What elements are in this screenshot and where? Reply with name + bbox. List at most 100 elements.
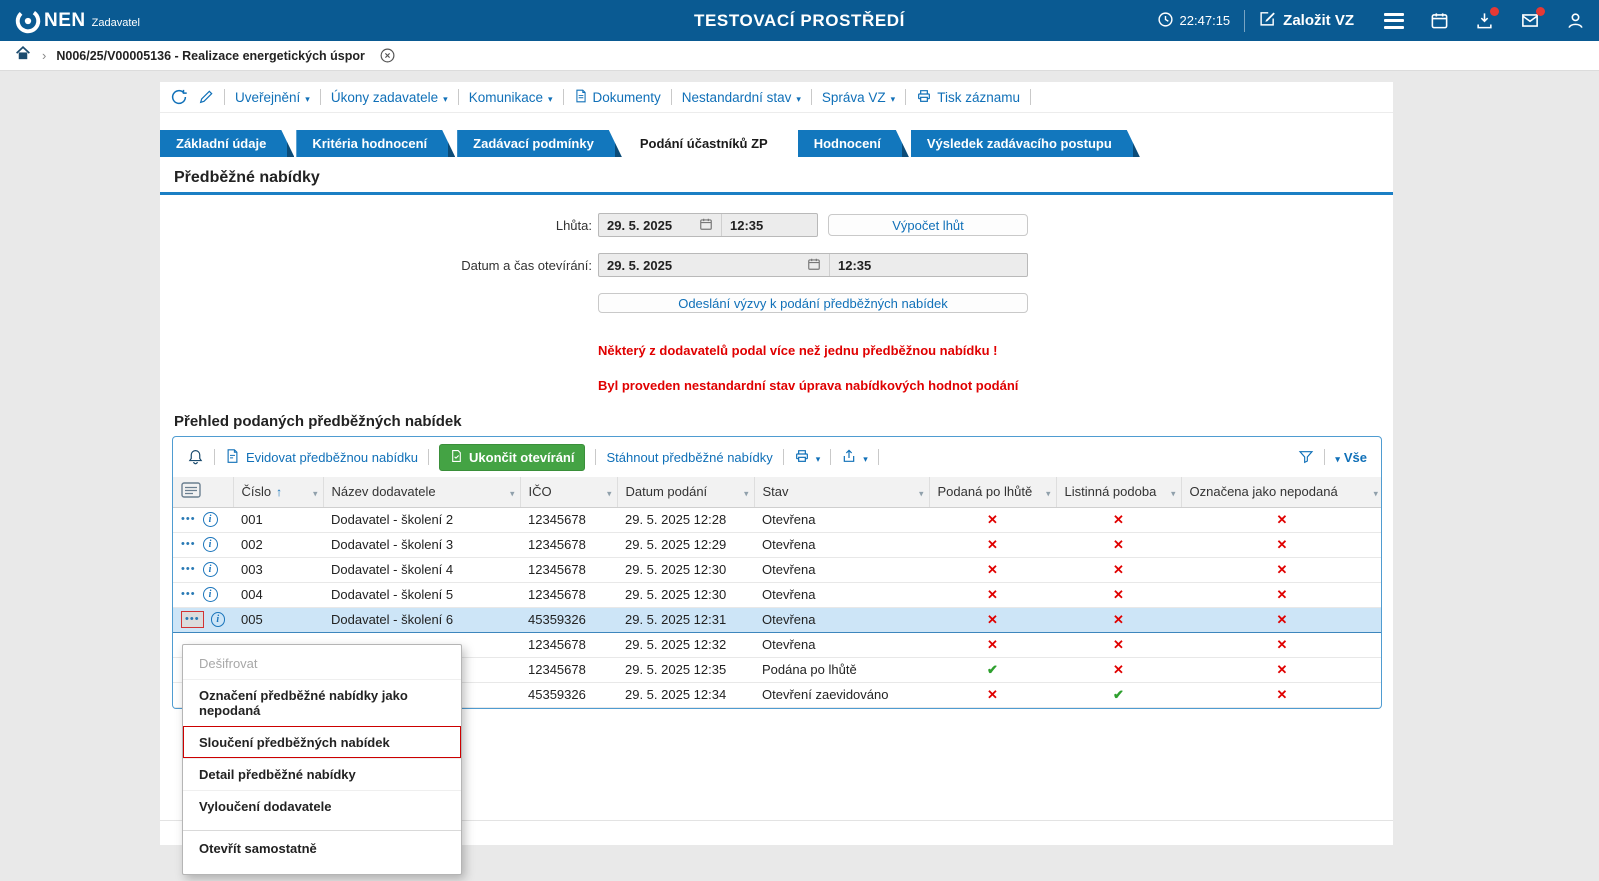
cell-ico: 45359326 [520,607,617,632]
cell-ico: 12345678 [520,657,617,682]
nen-logo-icon[interactable] [14,7,42,35]
tab-bar: Základní údaje Kritéria hodnocení Zadáva… [160,130,1393,157]
messages-icon[interactable] [1520,11,1540,30]
toolbar-item-ukony-zadavatele[interactable]: Úkony zadavatele [331,90,448,105]
chevron-down-icon[interactable] [1171,484,1176,499]
tab-podani-ucastniku-zp[interactable]: Podání účastníků ZP [624,130,796,157]
toolbar-item-sprava-vz[interactable]: Správa VZ [822,90,895,105]
menu-item-slouceni-nabidek[interactable]: Sloučení předběžných nabídek [183,726,461,758]
menu-item-otevrit-samostatne[interactable]: Otevřít samostatně [183,833,461,864]
late-mark: ✕ [987,612,998,627]
row-info-icon[interactable] [203,512,218,527]
deadline-date-value[interactable]: 29. 5. 2025 [607,218,672,233]
column-header-podana-po-lhute[interactable]: Podaná po lhůtě [929,477,1056,507]
chevron-down-icon[interactable] [1046,484,1051,499]
print-grid-button[interactable] [794,448,821,467]
menu-hamburger-icon[interactable] [1384,13,1404,29]
late-mark: ✕ [987,687,998,702]
toolbar-item-komunikace[interactable]: Komunikace [469,90,553,105]
chevron-down-icon[interactable] [313,484,318,499]
tab-zadavaci-podminky[interactable]: Zadávací podmínky [457,130,622,157]
table-row-selected[interactable]: 005 Dodavatel - školení 6 45359326 29. 5… [173,607,1382,632]
toolbar-item-nestandardni-stav[interactable]: Nestandardní stav [682,90,801,105]
cell-ico: 12345678 [520,632,617,657]
filter-funnel-icon[interactable] [1298,449,1314,465]
table-row[interactable]: 001 Dodavatel - školení 2 12345678 29. 5… [173,507,1382,532]
history-icon[interactable] [170,88,188,106]
breadcrumb-record[interactable]: N006/25/V00005136 - Realizace energetick… [56,49,365,63]
notifications-bell-icon[interactable] [187,448,204,466]
column-header-ico[interactable]: IČO [520,477,617,507]
toolbar-item-tisk-zaznamu[interactable]: Tisk záznamu [916,88,1020,107]
toolbar-item-dokumenty[interactable]: Dokumenty [574,88,661,107]
chevron-down-icon[interactable] [744,484,749,499]
menu-item-vylouceni-dodavatele[interactable]: Vyloučení dodavatele [183,790,461,822]
create-vz-button[interactable]: Založit VZ [1259,10,1354,31]
calendar-picker-icon[interactable] [807,257,821,274]
tab-hodnoceni[interactable]: Hodnocení [798,130,909,157]
clock-icon [1157,11,1174,31]
not-submitted-mark: ✕ [1277,662,1288,677]
export-grid-button[interactable] [841,448,868,467]
register-bid-link[interactable]: Evidovat předběžnou nabídku [225,448,418,467]
column-settings-icon[interactable] [181,486,201,501]
column-header-datum-podani[interactable]: Datum podání [617,477,754,507]
column-header-cislo[interactable]: Číslo [233,477,323,507]
tab-vysledek-zadavaciho-postupu[interactable]: Výsledek zadávacího postupu [911,130,1140,157]
filter-scope-select[interactable]: Vše [1335,450,1367,465]
row-menu-button[interactable] [181,514,196,525]
cell-status: Otevření zaevidováno [754,682,929,707]
downloads-icon[interactable] [1475,11,1494,30]
column-header-nazev-dodavatele[interactable]: Název dodavatele [323,477,520,507]
table-row[interactable]: 003 Dodavatel - školení 4 12345678 29. 5… [173,557,1382,582]
toolbar-item-uverejneni[interactable]: Uveřejnění [235,90,310,105]
tab-kriteria-hodnoceni[interactable]: Kritéria hodnocení [296,130,455,157]
tab-zakladni-udaje[interactable]: Základní údaje [160,130,294,157]
toolbar-divider [428,449,429,465]
cell-number: 002 [233,532,323,557]
download-bids-link[interactable]: Stáhnout předběžné nabídky [606,450,772,465]
cell-ico: 12345678 [520,557,617,582]
edit-square-icon [1259,10,1276,31]
finish-opening-button[interactable]: Ukončit otevírání [439,444,585,471]
chevron-down-icon[interactable] [510,484,515,499]
calendar-icon[interactable] [1430,11,1449,30]
row-menu-button[interactable] [181,564,196,575]
column-header-stav[interactable]: Stav [754,477,929,507]
cell-submitted: 29. 5. 2025 12:34 [617,682,754,707]
opening-date-value[interactable]: 29. 5. 2025 [607,258,672,273]
edit-pencil-icon[interactable] [198,89,214,105]
column-header-oznacena-jako-nepodana[interactable]: Označena jako nepodaná [1181,477,1382,507]
row-info-icon[interactable] [203,587,218,602]
paper-mark: ✔ [1113,687,1124,702]
toolbar-divider [905,89,906,105]
compute-deadlines-button[interactable]: Výpočet lhůt [828,214,1028,236]
deadline-datetime-field[interactable]: 29. 5. 2025 12:35 [598,213,818,237]
chevron-down-icon[interactable] [1373,484,1378,499]
row-menu-button[interactable] [181,539,196,550]
menu-separator [183,830,461,831]
chevron-down-icon[interactable] [607,484,612,499]
calendar-picker-icon[interactable] [699,217,713,234]
chevron-down-icon[interactable] [919,484,924,499]
send-call-button[interactable]: Odeslání výzvy k podání předběžných nabí… [598,293,1028,313]
row-info-icon[interactable] [211,612,225,627]
cell-submitted: 29. 5. 2025 12:30 [617,557,754,582]
column-header-listinna-podoba[interactable]: Listinná podoba [1056,477,1181,507]
opening-datetime-field[interactable]: 29. 5. 2025 12:35 [598,253,1028,277]
close-record-icon[interactable] [379,47,396,64]
table-row[interactable]: 002 Dodavatel - školení 3 12345678 29. 5… [173,532,1382,557]
table-row[interactable]: 004 Dodavatel - školení 5 12345678 29. 5… [173,582,1382,607]
menu-item-oznaceni-jako-nepodana[interactable]: Označení předběžné nabídky jako nepodaná [183,679,461,726]
record-toolbar: Uveřejnění Úkony zadavatele Komunikace D… [160,82,1393,113]
row-menu-button[interactable] [181,589,196,600]
opening-time-value[interactable]: 12:35 [838,258,871,273]
row-menu-button-active[interactable] [181,611,204,628]
row-info-icon[interactable] [203,537,218,552]
cell-submitted: 29. 5. 2025 12:28 [617,507,754,532]
home-icon[interactable] [14,45,32,67]
row-info-icon[interactable] [203,562,218,577]
user-profile-icon[interactable] [1566,11,1585,30]
deadline-time-value[interactable]: 12:35 [730,218,763,233]
menu-item-detail-nabidky[interactable]: Detail předběžné nabídky [183,758,461,790]
